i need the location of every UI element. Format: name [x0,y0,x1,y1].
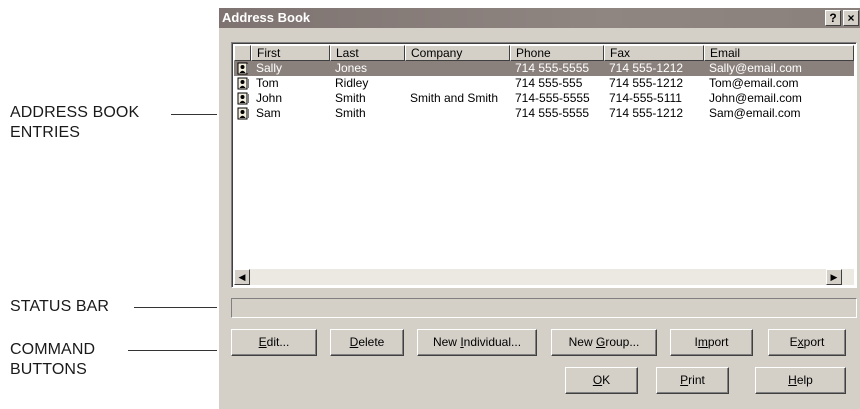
cell-first: Sam [256,106,281,120]
person-card-icon [237,106,250,121]
help-button[interactable]: Help [755,367,846,394]
table-row[interactable]: Sam Smith 714 555-5555 714 555-1212 Sam@emai… [234,106,854,121]
status-bar [231,298,857,318]
callout-status-label: STATUS BAR [10,298,110,315]
cell-email: John@email.com [709,91,802,105]
column-header-company[interactable]: Company [405,45,510,61]
cell-company: Smith and Smith [410,91,499,105]
callout-entries-line1: ADDRESS BOOK [10,104,140,121]
scroll-right-icon[interactable]: ▶ [826,269,842,285]
cell-last: Smith [335,106,366,120]
person-card-icon [237,76,250,91]
column-header-last[interactable]: Last [330,45,405,61]
callout-address-book-entries: ADDRESS BOOK ENTRIES [10,103,139,143]
column-header-icon[interactable] [234,45,251,61]
cell-fax: 714 555-1212 [609,61,684,75]
cell-first: Tom [256,76,279,90]
table-row[interactable]: Sally Jones 714 555-5555 714 555-1212 Sally@… [234,61,854,76]
cell-phone: 714 555-555 [515,76,583,90]
list-rows: Sally Jones 714 555-5555 714 555-1212 Sally@… [234,61,854,121]
cell-last: Jones [335,61,368,75]
cell-phone: 714-555-5555 [515,91,590,105]
print-button[interactable]: Print [656,367,729,394]
cell-phone: 714 555-5555 [515,61,590,75]
cell-email: Sally@email.com [709,61,802,75]
new-group-button[interactable]: New Group... [551,329,657,356]
person-card-icon [237,61,250,76]
callout-status-bar: STATUS BAR [10,297,109,317]
horizontal-scrollbar[interactable]: ◀ ▶ [234,269,854,285]
cell-phone: 714 555-5555 [515,106,590,120]
import-button[interactable]: Import [670,329,753,356]
table-row[interactable]: Tom Ridley 714 555-555 714 555-1212 Tom@emai… [234,76,854,91]
window-title: Address Book [222,10,311,25]
list-header: First Last Company Phone Fax Email [234,45,854,61]
callout-command-line1: COMMAND [10,341,96,358]
column-header-first[interactable]: First [251,45,330,61]
export-button[interactable]: Export [768,329,846,356]
cell-fax: 714 555-1212 [609,106,684,120]
new-individual-button[interactable]: New Individual... [417,329,537,356]
scroll-left-icon[interactable]: ◀ [234,269,250,285]
title-bar[interactable]: Address Book ? × [219,8,860,28]
address-book-entries-list[interactable]: First Last Company Phone Fax Email Sally… [231,42,857,288]
cell-email: Tom@email.com [709,76,799,90]
column-header-email[interactable]: Email [704,45,854,61]
cell-first: John [256,91,283,105]
table-row[interactable]: John Smith Smith and Smith 714-555-5555 714-… [234,91,854,106]
cell-fax: 714 555-1212 [609,76,684,90]
close-icon[interactable]: × [843,10,859,26]
address-book-dialog: Address Book ? × First Last Company Phon… [219,8,860,409]
column-header-phone[interactable]: Phone [510,45,604,61]
callout-command-line2: BUTTONS [10,361,87,378]
cell-last: Ridley [335,76,369,90]
callout-entries-leader [171,114,217,115]
help-icon[interactable]: ? [825,10,841,26]
column-header-fax[interactable]: Fax [604,45,704,61]
callout-command-leader [128,350,217,351]
cell-first: Sally [256,61,283,75]
cell-last: Smith [335,91,366,105]
callout-entries-line2: ENTRIES [10,124,81,141]
callout-command-buttons: COMMAND BUTTONS [10,340,95,380]
callout-status-leader [134,307,217,308]
delete-button[interactable]: Delete [330,329,404,356]
cell-fax: 714-555-5111 [609,91,682,105]
person-card-icon [237,91,250,106]
cell-email: Sam@email.com [709,106,801,120]
ok-button[interactable]: OK [565,367,638,394]
edit-button[interactable]: Edit... [231,329,317,356]
